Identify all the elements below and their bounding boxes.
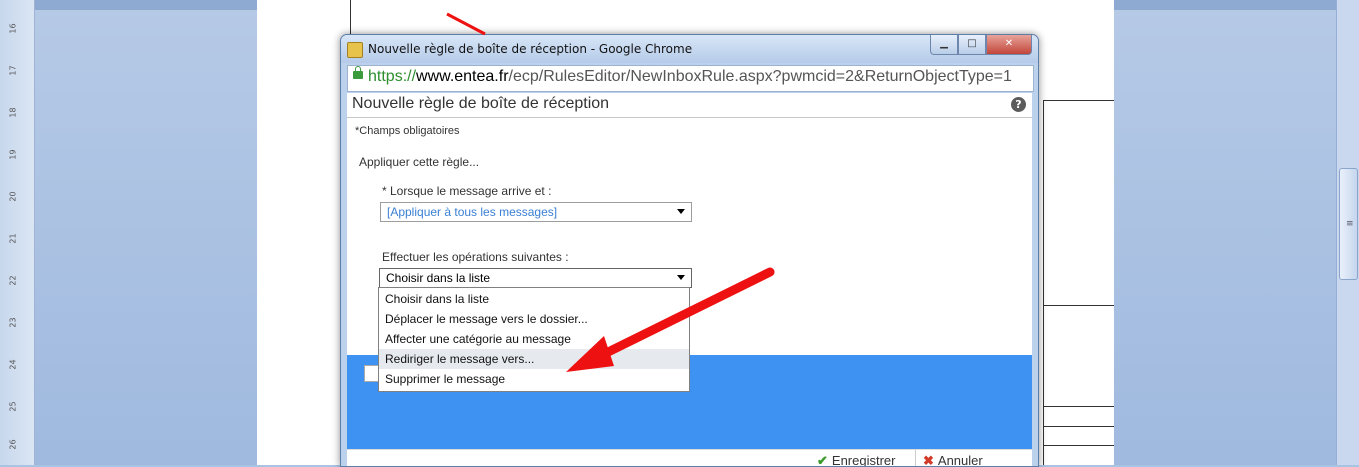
scrollbar-thumb[interactable]: ≡ xyxy=(1339,168,1358,280)
action-select[interactable]: Choisir dans la liste xyxy=(379,268,692,288)
required-note: *Champs obligatoires xyxy=(355,125,460,137)
close-button[interactable]: ✕ xyxy=(986,35,1032,55)
page-title: Nouvelle règle de boîte de réception xyxy=(352,95,610,112)
lock-icon xyxy=(353,66,363,79)
ruler-marker: 25 xyxy=(8,401,18,412)
ruler-marker: 22 xyxy=(8,275,18,286)
action-dropdown-list: Choisir dans la liste Déplacer le messag… xyxy=(378,287,690,392)
window-title: Nouvelle règle de boîte de réception - G… xyxy=(368,42,693,56)
action-select-value: Choisir dans la liste xyxy=(386,271,491,285)
help-icon[interactable]: ? xyxy=(1011,97,1026,112)
vertical-scrollbar[interactable]: ≡ xyxy=(1336,0,1359,465)
window-titlebar[interactable]: Nouvelle règle de boîte de réception - G… xyxy=(341,35,1038,63)
minimize-icon: ▁ xyxy=(940,38,948,49)
dropdown-option[interactable]: Choisir dans la liste xyxy=(379,289,689,309)
ruler-marker: 16 xyxy=(8,23,18,34)
close-icon: ✕ xyxy=(1004,38,1014,49)
dropdown-option[interactable]: Supprimer le message xyxy=(379,369,689,389)
condition-label: * Lorsque le message arrive et : xyxy=(382,184,552,198)
table-lines xyxy=(1044,100,1114,465)
minimize-button[interactable]: ▁ xyxy=(930,35,958,55)
grip-icon: ≡ xyxy=(1346,219,1354,229)
ruler-marker: 20 xyxy=(8,191,18,202)
page-content: Nouvelle règle de boîte de réception ? *… xyxy=(347,93,1032,466)
ruler-marker: 17 xyxy=(8,65,18,76)
condition-select[interactable]: [Appliquer à tous les messages] xyxy=(380,202,692,222)
dropdown-option[interactable]: Déplacer le message vers le dossier... xyxy=(379,309,689,329)
ruler-marker: 18 xyxy=(8,107,18,118)
chrome-window: Nouvelle règle de boîte de réception - G… xyxy=(340,34,1039,467)
footer-separator xyxy=(915,450,916,466)
vertical-ruler: 16 17 18 19 20 21 22 23 24 25 26 xyxy=(0,0,35,465)
ruler-marker: 26 xyxy=(8,439,18,450)
dropdown-option[interactable]: Affecter une catégorie au message xyxy=(379,329,689,349)
condition-select-value: [Appliquer à tous les messages] xyxy=(387,205,558,219)
chevron-down-icon xyxy=(677,209,685,214)
form-footer: ✔ Enregistrer ✖ Annuler xyxy=(347,449,1032,466)
url-text: https://www.entea.fr/ecp/RulesEditor/New… xyxy=(368,68,1012,85)
page-header: Nouvelle règle de boîte de réception ? xyxy=(347,93,1032,118)
chevron-down-icon xyxy=(677,275,685,280)
ruler-marker: 24 xyxy=(8,359,18,370)
dropdown-option-highlighted[interactable]: Rediriger le message vers... xyxy=(379,349,689,369)
ruler-marker: 21 xyxy=(8,233,18,244)
address-bar[interactable]: https://www.entea.fr/ecp/RulesEditor/New… xyxy=(347,65,1034,92)
ruler-marker: 19 xyxy=(8,149,18,160)
action-label: Effectuer les opérations suivantes : xyxy=(382,250,569,264)
maximize-icon: □ xyxy=(967,38,977,49)
apply-rule-label: Appliquer cette règle... xyxy=(359,155,480,169)
ruler-marker: 23 xyxy=(8,317,18,328)
maximize-button[interactable]: □ xyxy=(958,35,986,55)
app-icon xyxy=(347,42,363,58)
